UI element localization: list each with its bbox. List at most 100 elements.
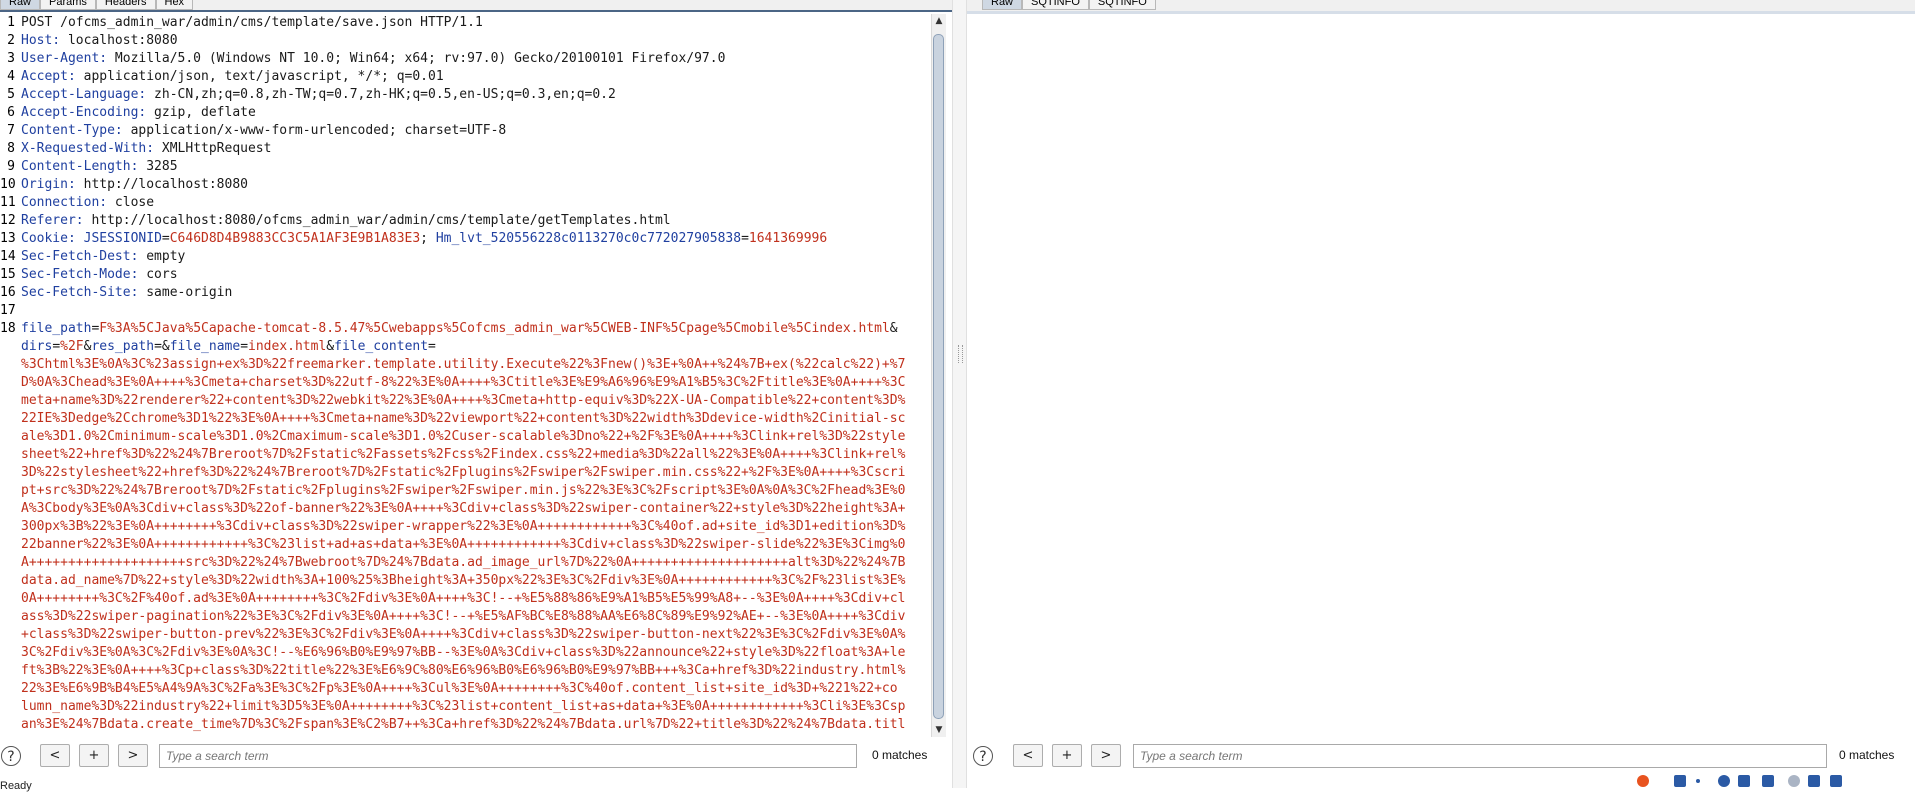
token: file_name [169, 339, 241, 354]
token: application/json, text/javascript, */*; … [75, 69, 444, 84]
token: X-Requested-With: [21, 141, 155, 156]
request-search-bar: ? < + > 0 matches [0, 744, 945, 770]
token: empty [138, 249, 186, 264]
tab-raw[interactable]: Raw [0, 0, 41, 10]
line-number: 6 [7, 105, 15, 120]
token: User-Agent: [21, 51, 108, 66]
token: & [326, 339, 335, 354]
token: Connection: [21, 195, 108, 210]
token: 0A++++++++%3C%2F%40of.ad%3E%0A++++++++%3… [21, 591, 906, 606]
help-icon[interactable]: ? [1, 746, 21, 766]
line-content: Host: localhost:8080 [21, 32, 178, 50]
token: close [107, 195, 155, 210]
tab-sqtinfo-2[interactable]: SQTINFO [1088, 0, 1156, 10]
request-editor[interactable]: 1 POST /ofcms_admin_war/admin/cms/templat… [0, 14, 930, 737]
token: Host: [21, 33, 61, 48]
token: ass%3D%22swiper-pagination%22%3E%3C%2Fdi… [21, 609, 906, 624]
vertical-scrollbar[interactable]: ▲ ▼ [931, 14, 946, 737]
emoji-icon[interactable] [1718, 775, 1730, 787]
ime-icon[interactable] [1674, 775, 1686, 787]
line-content: ale%3D1.0%2Cminimum-scale%3D1.0%2Cmaximu… [21, 428, 905, 446]
tab-raw-response[interactable]: Raw [982, 0, 1023, 10]
line-number: 11 [0, 195, 16, 210]
line-content: file_path=F%3A%5CJava%5Capache-tomcat-8.… [21, 320, 898, 338]
search-next-button[interactable]: > [118, 744, 148, 767]
line-content: POST /ofcms_admin_war/admin/cms/template… [21, 14, 483, 32]
tab-params[interactable]: Params [40, 0, 96, 10]
mic-icon[interactable] [1738, 775, 1750, 787]
token: F%3A%5CJava%5Capache-tomcat-8.5.47%5Cweb… [99, 321, 890, 336]
token: %2F [60, 339, 84, 354]
line-number: 16 [0, 285, 16, 300]
token: %3Chtml%3E%0A%3C%23assign+ex%3D%22freema… [21, 357, 906, 372]
help-icon[interactable]: ? [973, 746, 993, 766]
line-content: Origin: http://localhost:8080 [21, 176, 248, 194]
token: res_path [91, 339, 155, 354]
line-number: 4 [7, 69, 15, 84]
token: = [52, 339, 61, 354]
token: Sec-Fetch-Mode: [21, 267, 139, 282]
splitter-grip-icon[interactable] [958, 345, 963, 363]
token: =& [154, 339, 170, 354]
grid-icon[interactable] [1830, 775, 1842, 787]
line-content: 3C%2Fdiv%3E%0A%3C%2Fdiv%3E%0A%3C!--%E6%9… [21, 644, 905, 662]
token: file_content [334, 339, 429, 354]
search-add-button[interactable]: + [79, 744, 109, 767]
settings-icon[interactable] [1788, 775, 1800, 787]
token: Content-Type: [21, 123, 123, 138]
keyboard-icon[interactable] [1762, 775, 1774, 787]
search-prev-button[interactable]: < [1013, 744, 1043, 767]
line-number: 2 [7, 33, 15, 48]
pane-splitter[interactable] [952, 0, 967, 788]
line-content: 22banner%22%3E%0A++++++++++++%3C%23list+… [21, 536, 905, 554]
line-content: Referer: http://localhost:8080/ofcms_adm… [21, 212, 671, 230]
line-content: Content-Type: application/x-www-form-url… [21, 122, 506, 140]
token: Sec-Fetch-Site: [21, 285, 139, 300]
line-content: Sec-Fetch-Mode: cors [21, 266, 178, 284]
token: Referer: [21, 213, 84, 228]
token: http://localhost:8080 [75, 177, 248, 192]
search-add-button[interactable]: + [1052, 744, 1082, 767]
search-next-button[interactable]: > [1091, 744, 1121, 767]
shirt-icon[interactable] [1808, 775, 1820, 787]
token: localhost:8080 [60, 33, 178, 48]
token: 22IE%3Dedge%2Cchrome%3D1%22%3E%0A++++%3C… [21, 411, 906, 426]
token: 3D%22stylesheet%22+href%3D%22%24%7Breroo… [21, 465, 906, 480]
app-logo-icon[interactable] [1637, 775, 1649, 787]
line-number: 14 [0, 249, 16, 264]
tab-hex[interactable]: Hex [155, 0, 194, 10]
token: http://localhost:8080/ofcms_admin_war/ad… [83, 213, 671, 228]
search-prev-button[interactable]: < [40, 744, 70, 767]
line-number: 17 [0, 303, 16, 318]
token: Accept-Language: [21, 87, 147, 102]
line-number: 13 [0, 231, 16, 246]
token: 3C%2Fdiv%3E%0A%3C%2Fdiv%3E%0A%3C!--%E6%9… [21, 645, 906, 660]
line-content: ass%3D%22swiper-pagination%22%3E%3C%2Fdi… [21, 608, 905, 626]
token: cors [138, 267, 178, 282]
token: ale%3D1.0%2Cminimum-scale%3D1.0%2Cmaximu… [21, 429, 906, 444]
token: 22%3E%E6%9B%B4%E5%A4%9A%3C%2Fa%3E%3C%2Fp… [21, 681, 898, 696]
line-number: 7 [7, 123, 15, 138]
line-content: Accept-Language: zh-CN,zh;q=0.8,zh-TW;q=… [21, 86, 616, 104]
search-input[interactable] [159, 744, 857, 768]
scroll-down-arrow-icon[interactable]: ▼ [932, 723, 946, 737]
line-content: D%0A%3Chead%3E%0A++++%3Cmeta+charset%3D%… [21, 374, 905, 392]
search-input[interactable] [1133, 744, 1827, 768]
token: & [889, 321, 898, 336]
line-number: 8 [7, 141, 15, 156]
token: Accept: [21, 69, 76, 84]
scrollbar-thumb[interactable] [933, 34, 944, 719]
token: Content-Length: [21, 159, 139, 174]
tab-headers[interactable]: Headers [95, 0, 156, 10]
tab-sqtinfo[interactable]: SQTINFO [1022, 0, 1089, 10]
request-pane: Raw Params Headers Hex 1 POST /ofcms_admi… [0, 0, 952, 788]
line-content: an%3E%24%7Bdata.create_time%7D%3C%2Fspan… [21, 716, 905, 734]
line-content: 3D%22stylesheet%22+href%3D%22%24%7Breroo… [21, 464, 905, 482]
token: Hm_lvt_520556228c0113270c0c772027905838 [435, 231, 742, 246]
token: 300px%3B%22%3E%0A++++++++%3Cdiv+class%3D… [21, 519, 906, 534]
line-content: dirs=%2F&res_path=&file_name=index.html&… [21, 338, 436, 356]
scroll-up-arrow-icon[interactable]: ▲ [932, 14, 946, 28]
token: POST /ofcms_admin_war/admin/cms/template… [21, 15, 483, 30]
search-match-count: 0 matches [872, 748, 928, 762]
token: = [741, 231, 749, 246]
